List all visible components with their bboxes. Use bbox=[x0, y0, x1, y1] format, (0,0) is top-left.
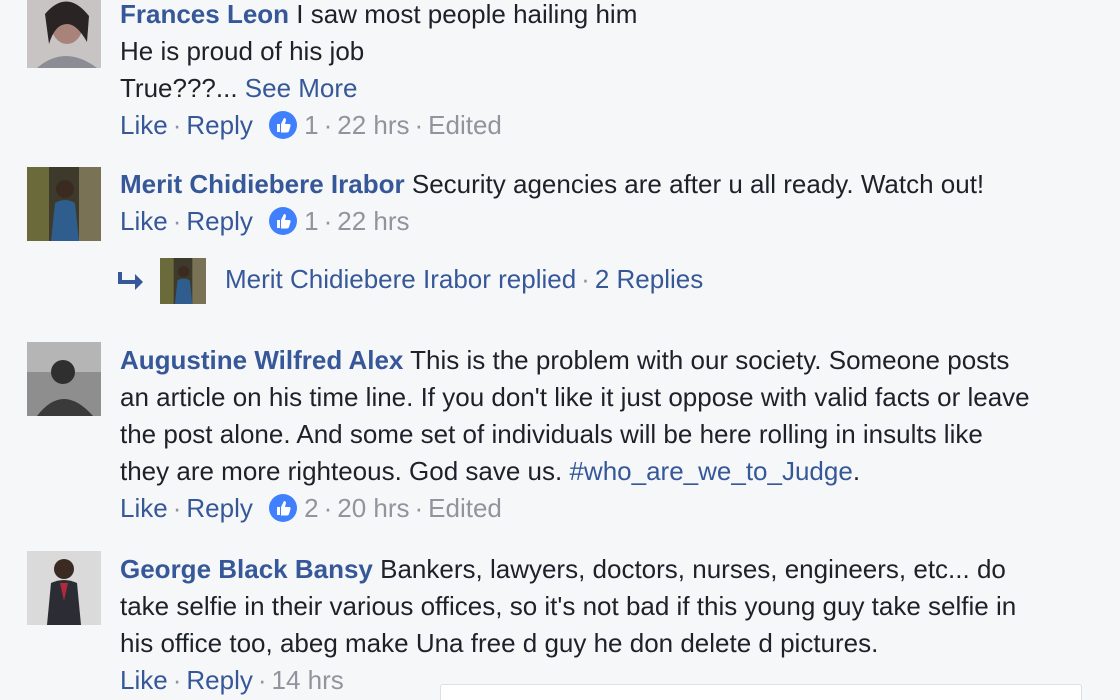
like-button[interactable]: Like bbox=[120, 493, 168, 523]
replies-author-text[interactable]: Merit Chidiebere Irabor replied bbox=[225, 264, 576, 294]
like-button[interactable]: Like bbox=[120, 110, 168, 140]
like-button[interactable]: Like bbox=[120, 665, 168, 695]
like-count[interactable]: 2 bbox=[304, 493, 318, 523]
comment-actions: Like · Reply 2 · 20 hrs · Edited bbox=[120, 493, 502, 523]
reply-arrow-icon bbox=[118, 272, 143, 290]
comment-text: Bankers, lawyers, doctors, nurses, engin… bbox=[380, 554, 1006, 584]
like-count[interactable]: 1 bbox=[304, 110, 318, 140]
see-more-link[interactable]: See More bbox=[245, 73, 358, 103]
like-count[interactable]: 1 bbox=[304, 206, 318, 236]
hashtag-link[interactable]: #who_are_we_to_Judge bbox=[569, 456, 852, 486]
comment-text: his office too, abeg make Una free d guy… bbox=[120, 628, 879, 658]
reply-button[interactable]: Reply bbox=[186, 493, 252, 523]
comment-author[interactable]: George Black Bansy bbox=[120, 554, 373, 584]
timestamp[interactable]: 14 hrs bbox=[272, 665, 344, 695]
comment-author[interactable]: Frances Leon bbox=[120, 0, 289, 29]
avatar[interactable] bbox=[27, 0, 101, 68]
comment-text: the post alone. And some set of individu… bbox=[120, 419, 983, 449]
comment-actions: Like · Reply 1 · 22 hrs bbox=[120, 206, 410, 236]
comment-text: . bbox=[852, 456, 861, 486]
timestamp[interactable]: 22 hrs bbox=[337, 110, 409, 140]
comment-actions: Like · Reply 1 · 22 hrs · Edited bbox=[120, 110, 502, 140]
thumbs-up-icon[interactable] bbox=[268, 110, 298, 140]
comment-text: Security agencies are after u all ready.… bbox=[411, 169, 985, 199]
comment-text: This is the problem with our society. So… bbox=[410, 345, 1010, 375]
avatar[interactable] bbox=[27, 551, 101, 625]
comment-text: they are more righteous. God save us. bbox=[120, 456, 563, 486]
comment-text: take selfie in their various offices, so… bbox=[120, 591, 1017, 621]
reply-button[interactable]: Reply bbox=[186, 206, 252, 236]
avatar[interactable] bbox=[160, 258, 206, 304]
comment-author[interactable]: Augustine Wilfred Alex bbox=[120, 345, 403, 375]
timestamp[interactable]: 22 hrs bbox=[337, 206, 409, 236]
comment-feed: Frances Leon I saw most people hailing h… bbox=[0, 0, 1120, 700]
comment-text: an article on his time line. If you don'… bbox=[120, 382, 1030, 412]
avatar[interactable] bbox=[27, 167, 101, 241]
reply-button[interactable]: Reply bbox=[186, 110, 252, 140]
timestamp[interactable]: 20 hrs bbox=[337, 493, 409, 523]
edited-label[interactable]: Edited bbox=[428, 110, 502, 140]
comment-author[interactable]: Merit Chidiebere Irabor bbox=[120, 169, 405, 199]
replies-count[interactable]: 2 Replies bbox=[595, 264, 703, 294]
like-button[interactable]: Like bbox=[120, 206, 168, 236]
thumbs-up-icon[interactable] bbox=[268, 206, 298, 236]
edited-label[interactable]: Edited bbox=[428, 493, 502, 523]
comment-text: He is proud of his job bbox=[120, 36, 365, 66]
comment-input[interactable] bbox=[440, 684, 1082, 700]
comment-text: True???... bbox=[120, 73, 238, 103]
avatar[interactable] bbox=[27, 342, 101, 416]
reply-button[interactable]: Reply bbox=[186, 665, 252, 695]
view-replies-link[interactable]: Merit Chidiebere Irabor replied · 2 Replie… bbox=[115, 258, 915, 308]
comment-text: I saw most people hailing him bbox=[296, 0, 638, 29]
thumbs-up-icon[interactable] bbox=[268, 493, 298, 523]
